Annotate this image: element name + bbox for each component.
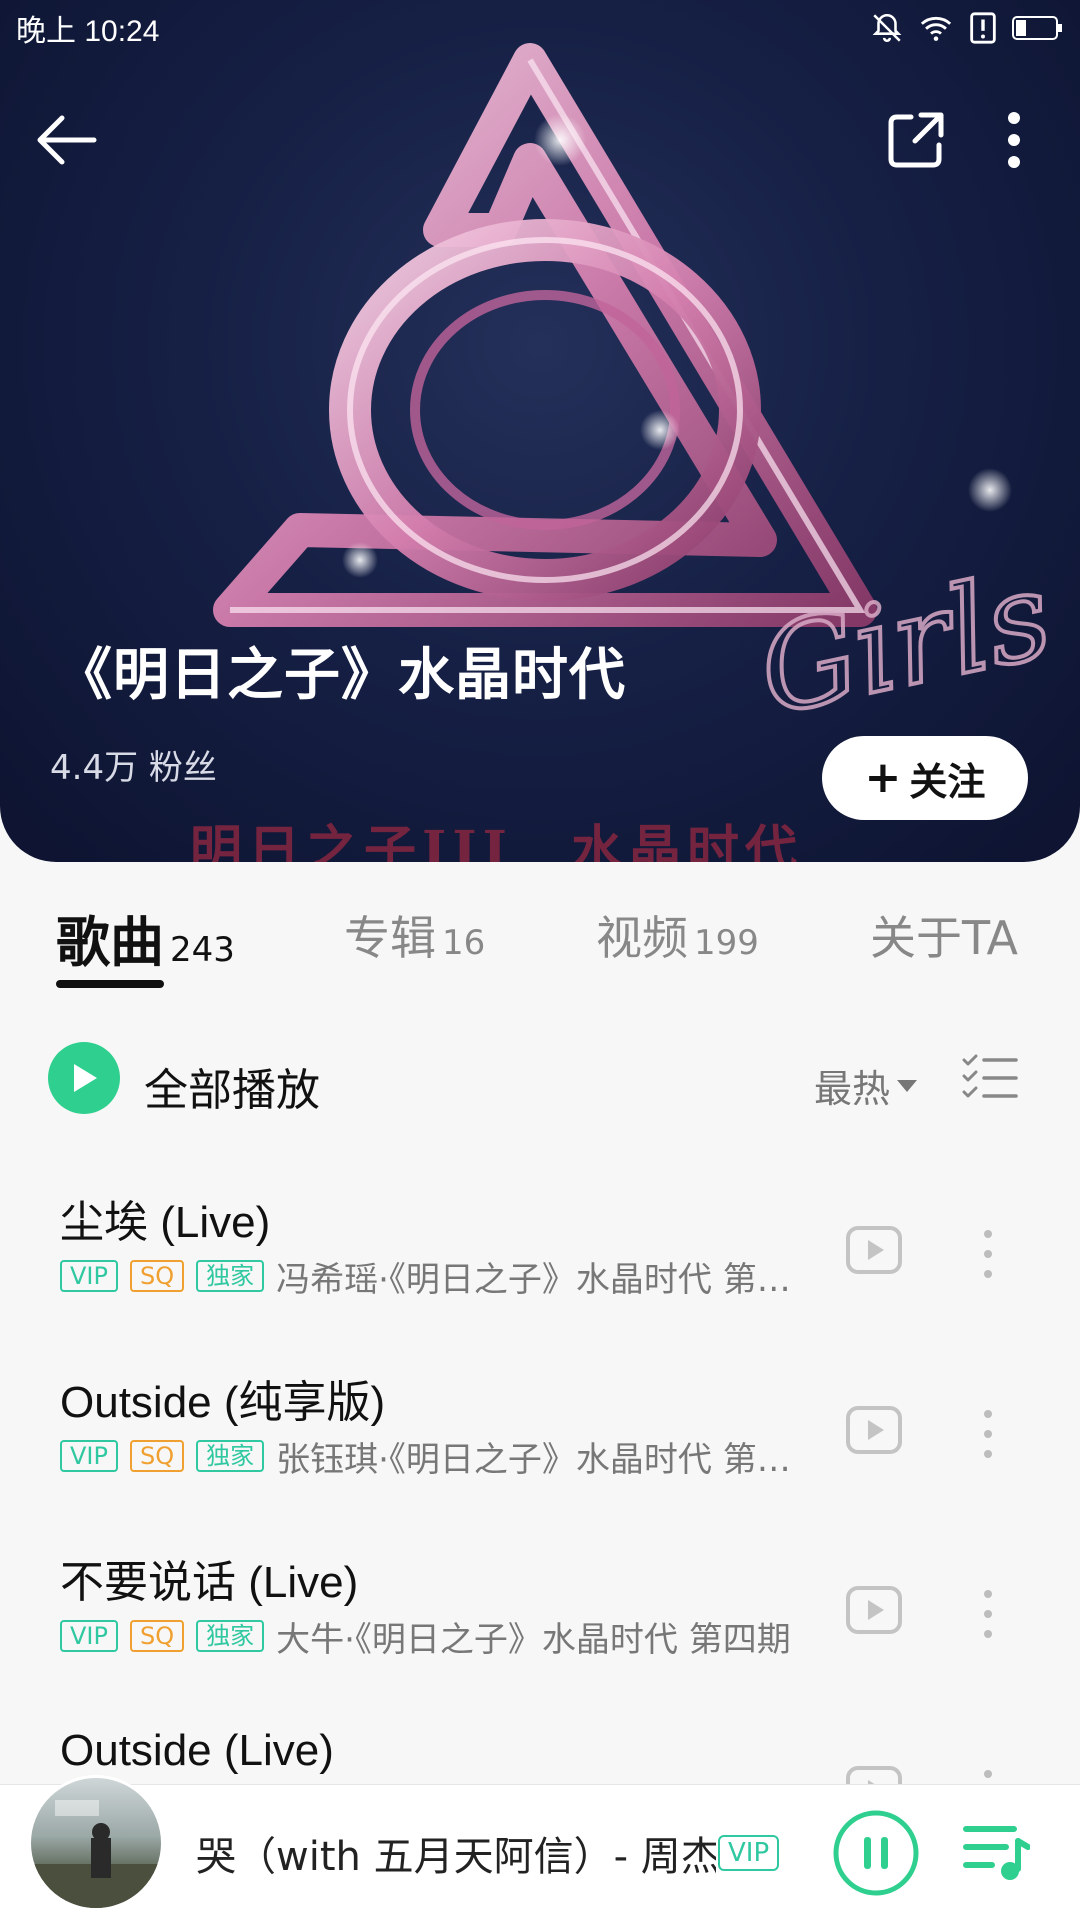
song-more-button[interactable] — [968, 1226, 1008, 1286]
tab-songs[interactable]: 歌曲 243 — [56, 898, 235, 977]
video-play-icon — [846, 1226, 902, 1274]
video-play-icon — [846, 1586, 902, 1634]
multi-select-button[interactable] — [962, 1054, 1018, 1102]
exclusive-badge: 独家 — [196, 1440, 265, 1472]
song-meta: VIP SQ 独家 大牛·《明日之子》水晶时代 第四期 — [60, 1614, 820, 1658]
sq-badge: SQ — [129, 1440, 185, 1472]
follow-button[interactable]: + 关注 — [822, 736, 1028, 820]
status-bar: 晚上 10:24 — [0, 0, 1080, 56]
song-more-button[interactable] — [968, 1406, 1008, 1466]
tab-label: 歌曲 — [56, 911, 164, 974]
artist-header-artwork: Girls 晚上 10:24 《明日之子》水晶时代 4.4万 粉丝 + 关注 明… — [0, 0, 1080, 862]
sort-label: 最热 — [814, 1067, 891, 1111]
vip-badge: VIP — [718, 1835, 780, 1871]
bell-off-icon — [870, 11, 904, 45]
more-button[interactable] — [978, 104, 1050, 176]
play-all-label[interactable]: 全部播放 — [144, 1054, 320, 1118]
tab-count: 243 — [170, 930, 235, 970]
fans-count: 4.4万 粉丝 — [50, 748, 217, 788]
vip-badge: VIP — [60, 1620, 118, 1652]
more-vertical-icon — [984, 1590, 992, 1638]
song-title: 尘埃 (Live) — [60, 1198, 271, 1247]
play-icon — [74, 1064, 97, 1092]
tab-about[interactable]: 关于TA — [870, 902, 1018, 968]
song-row[interactable]: Outside (纯享版) VIP SQ 独家 张钰琪·《明日之子》水晶时代 第… — [0, 1348, 1080, 1528]
status-time: 晚上 10:24 — [16, 15, 160, 48]
tab-label: 专辑 — [344, 911, 436, 965]
more-vertical-icon — [1008, 112, 1020, 168]
song-title: Outside (纯享版) — [60, 1378, 386, 1427]
pause-icon — [833, 1810, 919, 1896]
girls-script-text: Girls — [748, 546, 1062, 743]
mv-button[interactable] — [846, 1586, 902, 1642]
share-button[interactable] — [880, 104, 952, 176]
sq-badge: SQ — [129, 1260, 185, 1292]
artwork-footer-text: 明日之子III 水晶时代 — [190, 820, 803, 862]
checklist-icon — [962, 1054, 1018, 1098]
caret-down-icon — [897, 1079, 918, 1092]
song-meta: VIP SQ 独家 冯希瑶·《明日之子》水晶时代 第… — [60, 1254, 820, 1298]
play-all-button[interactable] — [48, 1042, 120, 1114]
playlist-icon — [963, 1826, 1031, 1880]
video-play-icon — [846, 1406, 902, 1454]
song-row[interactable]: 尘埃 (Live) VIP SQ 独家 冯希瑶·《明日之子》水晶时代 第… — [0, 1168, 1080, 1348]
exclusive-badge: 独家 — [196, 1620, 265, 1652]
song-row[interactable]: 不要说话 (Live) VIP SQ 独家 大牛·《明日之子》水晶时代 第四期 — [0, 1528, 1080, 1708]
exclusive-badge: 独家 — [196, 1260, 265, 1292]
mv-button[interactable] — [846, 1406, 902, 1462]
song-subtitle: 冯希瑶·《明日之子》水晶时代 第… — [276, 1259, 791, 1299]
follow-label: 关注 — [909, 759, 986, 804]
tab-label: 视频 — [596, 911, 688, 965]
tab-videos[interactable]: 视频 199 — [596, 902, 759, 968]
back-button[interactable] — [30, 104, 102, 176]
song-subtitle: 大牛·《明日之子》水晶时代 第四期 — [276, 1619, 791, 1659]
album-cover-image — [31, 1800, 161, 1908]
now-playing-track[interactable]: 哭（with 五月天阿信）- 周杰伦 — [196, 1827, 716, 1879]
pause-button[interactable] — [832, 1809, 920, 1897]
tab-label: 关于TA — [870, 911, 1018, 965]
battery-icon — [1012, 14, 1064, 42]
more-vertical-icon — [984, 1230, 992, 1278]
vip-badge: VIP — [60, 1440, 118, 1472]
song-title: 不要说话 (Live) — [60, 1558, 359, 1607]
playlist-button[interactable] — [962, 1821, 1031, 1885]
tab-count: 16 — [442, 923, 486, 963]
share-icon — [888, 112, 944, 168]
plus-icon: + — [864, 752, 902, 803]
now-playing-title: 哭（with 五月天阿信）- 周杰伦 — [196, 1834, 716, 1879]
song-more-button[interactable] — [968, 1586, 1008, 1646]
tab-albums[interactable]: 专辑 16 — [344, 902, 485, 968]
sort-dropdown[interactable]: 最热 — [814, 1058, 918, 1113]
more-vertical-icon — [984, 1410, 992, 1458]
alert-icon — [968, 11, 998, 45]
tab-count: 199 — [694, 923, 759, 963]
song-subtitle: 张钰琪·《明日之子》水晶时代 第… — [276, 1439, 791, 1479]
arrow-left-icon — [37, 115, 97, 165]
song-meta: VIP SQ 独家 张钰琪·《明日之子》水晶时代 第… — [60, 1434, 820, 1478]
song-list: 尘埃 (Live) VIP SQ 独家 冯希瑶·《明日之子》水晶时代 第… Ou… — [0, 1168, 1080, 1888]
mv-button[interactable] — [846, 1226, 902, 1282]
artist-name: 《明日之子》水晶时代 — [56, 643, 626, 708]
song-title: Outside (Live) — [60, 1726, 334, 1775]
mini-player[interactable]: 哭（with 五月天阿信）- 周杰伦 VIP — [0, 1775, 1080, 1920]
content-tabs: 歌曲 243 专辑 16 视频 199 关于TA — [0, 880, 1080, 990]
play-all-row: 全部播放 最热 — [0, 1040, 1080, 1120]
active-tab-indicator — [56, 980, 164, 988]
artist-page: Girls 晚上 10:24 《明日之子》水晶时代 4.4万 粉丝 + 关注 明… — [0, 0, 1080, 1920]
vip-badge: VIP — [60, 1260, 118, 1292]
album-cover[interactable] — [28, 1775, 164, 1911]
wifi-icon — [918, 11, 954, 45]
sq-badge: SQ — [129, 1620, 185, 1652]
